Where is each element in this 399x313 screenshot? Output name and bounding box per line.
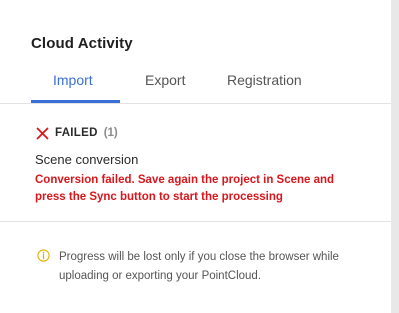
job-error-message: Conversion failed. Save again the projec… [35, 174, 335, 203]
panel-title: Cloud Activity [31, 35, 133, 52]
tab-import[interactable]: Import [53, 72, 93, 88]
active-tab-indicator [31, 100, 120, 103]
failed-status-label: FAILED [55, 127, 98, 139]
tab-bar: Import Export Registration [0, 62, 391, 104]
cloud-activity-panel: Cloud Activity Import Export Registratio… [0, 0, 391, 313]
failed-group-header: FAILED (1) [36, 125, 118, 141]
close-icon [36, 127, 49, 140]
failed-count-badge: (1) [103, 127, 118, 139]
job-title: Scene conversion [35, 152, 139, 167]
section-divider [0, 221, 391, 222]
tab-registration[interactable]: Registration [227, 72, 302, 88]
tab-export[interactable]: Export [145, 72, 185, 88]
info-note: Progress will be lost only if you close … [59, 251, 339, 282]
info-icon [37, 249, 50, 267]
